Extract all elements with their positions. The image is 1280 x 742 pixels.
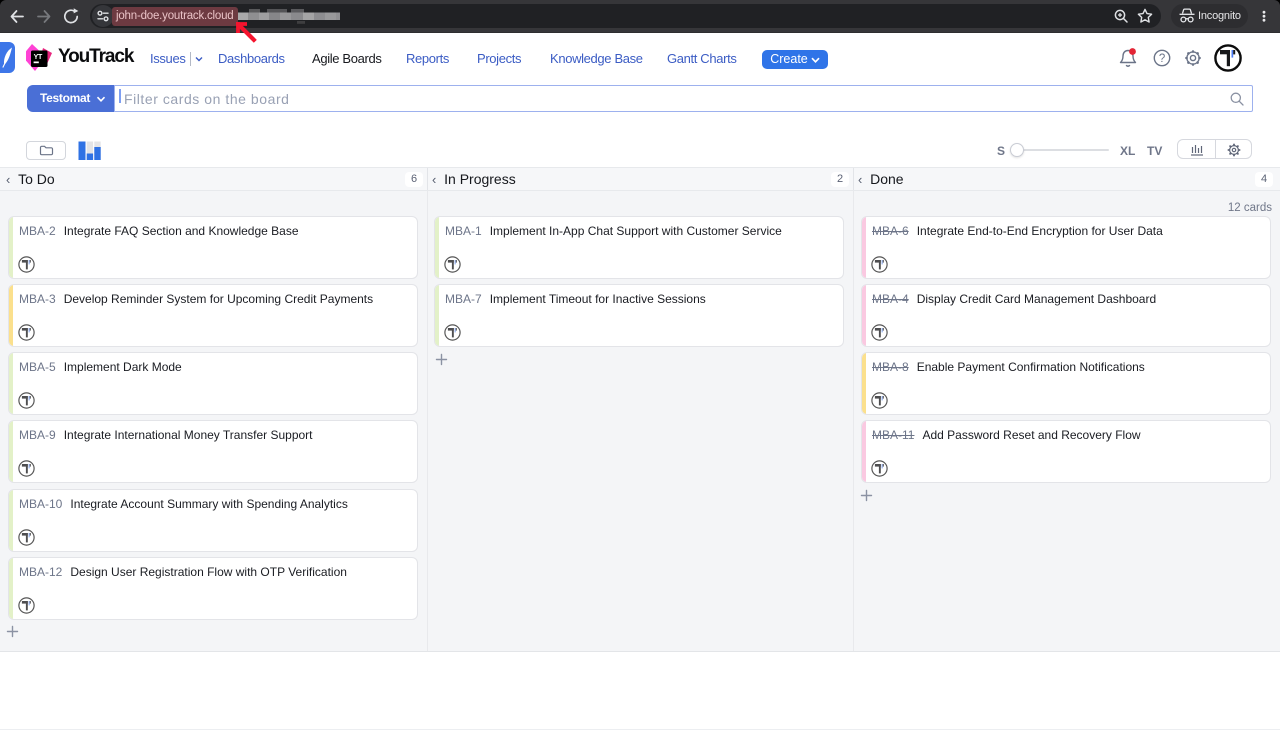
svg-text:YT: YT — [34, 54, 43, 61]
svg-text:?: ? — [1159, 53, 1165, 65]
